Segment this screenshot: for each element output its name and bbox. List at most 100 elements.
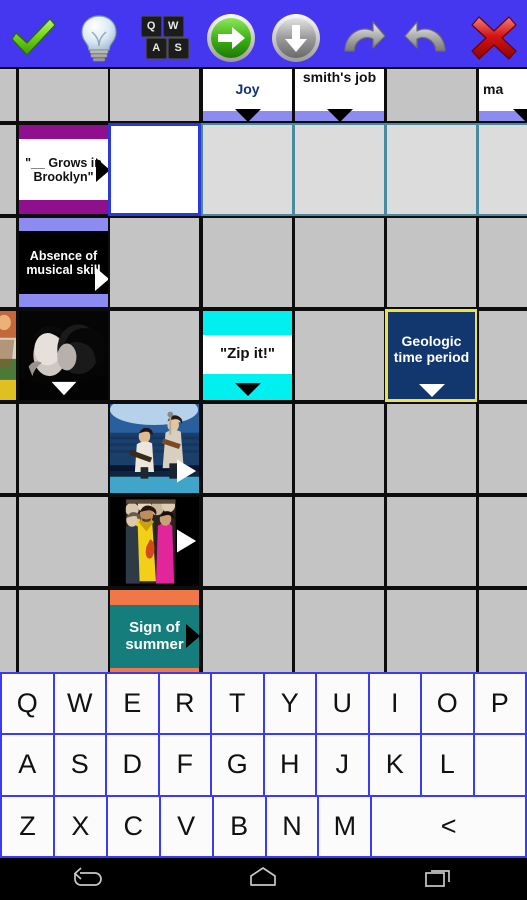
grid-cell-r5c3[interactable] <box>201 495 294 588</box>
grid-cell-r4c4[interactable] <box>293 402 386 495</box>
key-r[interactable]: R <box>159 674 210 734</box>
key-c[interactable]: C <box>107 796 159 856</box>
close-button[interactable] <box>465 9 523 67</box>
grid-picture-cell-r3c0[interactable] <box>0 309 18 402</box>
grid-cell-r1c5[interactable] <box>385 123 478 216</box>
key-v[interactable]: V <box>160 796 212 856</box>
grid-cell-r4c1[interactable] <box>17 402 110 495</box>
key-q[interactable]: Q <box>2 674 53 734</box>
key-f[interactable]: F <box>159 735 210 795</box>
grid-cell-r1c3[interactable] <box>201 123 294 216</box>
grid-cell-active-r1c2[interactable] <box>108 123 201 216</box>
on-screen-keyboard[interactable]: Q W E R T Y U I O P A S D F G H J K L Z … <box>0 672 527 858</box>
hint-button[interactable] <box>70 9 128 67</box>
clue-band-top <box>19 218 108 231</box>
key-w[interactable]: W <box>54 674 105 734</box>
grid-cell-r0c1[interactable] <box>17 67 110 123</box>
key-i[interactable]: I <box>369 674 420 734</box>
key-l[interactable]: L <box>422 735 473 795</box>
clue-band-top <box>19 125 108 139</box>
grid-cell-r6c4[interactable] <box>293 588 386 681</box>
grid-picture-cell-concert[interactable] <box>108 402 201 495</box>
key-o[interactable]: O <box>422 674 473 734</box>
grid-cell-r2c5[interactable] <box>385 216 478 309</box>
grid-cell-r1c6[interactable] <box>477 123 527 216</box>
down-button[interactable] <box>267 9 325 67</box>
keyboard-icon-key-q: Q <box>140 15 162 37</box>
key-m[interactable]: M <box>319 796 371 856</box>
grid-clue-joy[interactable]: Joy <box>201 67 294 123</box>
key-s[interactable]: S <box>54 735 105 795</box>
grid-picture-cell-couple-kissing[interactable] <box>17 309 110 402</box>
grid-cell-r2c0[interactable] <box>0 216 18 309</box>
key-y[interactable]: Y <box>264 674 315 734</box>
grid-cell-r0c5[interactable] <box>385 67 478 123</box>
grid-cell-r3c2[interactable] <box>108 309 201 402</box>
grid-clue-grows-in-brooklyn[interactable]: "__ Grows in Brooklyn" <box>17 123 110 216</box>
picture-clue-album-cover <box>110 497 199 586</box>
clue-text-grows-in-brooklyn: "__ Grows in Brooklyn" <box>25 155 102 184</box>
grid-cell-r4c0[interactable] <box>0 402 18 495</box>
grid-picture-cell-album-cover[interactable] <box>108 495 201 588</box>
grid-cell-r4c3[interactable] <box>201 402 294 495</box>
grid-cell-r5c5[interactable] <box>385 495 478 588</box>
key-d[interactable]: D <box>107 735 158 795</box>
grid-clue-zip-it[interactable]: "Zip it!" <box>201 309 294 402</box>
key-h[interactable]: H <box>264 735 315 795</box>
grid-cell-r5c6[interactable] <box>477 495 527 588</box>
redo-button[interactable] <box>333 9 391 67</box>
key-g[interactable]: G <box>212 735 263 795</box>
grid-cell-r2c3[interactable] <box>201 216 294 309</box>
grid-clue-ma-partial[interactable]: ma <box>477 67 527 123</box>
grid-cell-r4c6[interactable] <box>477 402 527 495</box>
grid-cell-r5c1[interactable] <box>17 495 110 588</box>
red-x-icon <box>468 13 520 63</box>
grid-cell-r6c0[interactable] <box>0 588 18 681</box>
grid-clue-smiths-job[interactable]: smith's job <box>293 67 386 123</box>
key-e[interactable]: E <box>107 674 158 734</box>
grid-cell-r0c2[interactable] <box>108 67 201 123</box>
keyboard-button[interactable]: Q W A S <box>136 9 194 67</box>
key-j[interactable]: J <box>317 735 368 795</box>
key-u[interactable]: U <box>317 674 368 734</box>
grid-cell-r4c5[interactable] <box>385 402 478 495</box>
key-p[interactable]: P <box>474 674 525 734</box>
key-t[interactable]: T <box>212 674 263 734</box>
crossword-grid[interactable]: Joy smith's job ma "__ Grows in Brooklyn… <box>0 67 527 681</box>
grid-cell-r6c6[interactable] <box>477 588 527 681</box>
next-button[interactable] <box>202 9 260 67</box>
key-blank-row2[interactable] <box>474 735 525 795</box>
key-a[interactable]: A <box>2 735 53 795</box>
key-k[interactable]: K <box>369 735 420 795</box>
grid-cell-r6c5[interactable] <box>385 588 478 681</box>
grid-cell-r0c0[interactable] <box>0 67 18 123</box>
grid-cell-r2c4[interactable] <box>293 216 386 309</box>
grid-cell-r5c0[interactable] <box>0 495 18 588</box>
grid-cell-r6c3[interactable] <box>201 588 294 681</box>
grid-clue-sign-of-summer[interactable]: Sign of summer <box>108 588 201 681</box>
arrow-down-icon <box>513 109 527 121</box>
check-button[interactable] <box>4 9 62 67</box>
keyboard-row-3: Z X C V B N M < <box>1 796 526 857</box>
nav-home-button[interactable] <box>233 858 293 900</box>
nav-back-button[interactable] <box>58 858 118 900</box>
grid-cell-r1c0[interactable] <box>0 123 18 216</box>
back-arrow-icon <box>71 865 105 894</box>
grid-cell-r3c4[interactable] <box>293 309 386 402</box>
grid-cell-r2c2[interactable] <box>108 216 201 309</box>
grid-cell-r5c4[interactable] <box>293 495 386 588</box>
recent-apps-icon <box>422 865 456 894</box>
nav-recents-button[interactable] <box>409 858 469 900</box>
grid-clue-geologic-time-period[interactable]: Geologic time period <box>385 309 478 402</box>
grid-cell-r3c6[interactable] <box>477 309 527 402</box>
key-backspace[interactable]: < <box>372 796 526 856</box>
key-x[interactable]: X <box>54 796 106 856</box>
key-z[interactable]: Z <box>2 796 53 856</box>
grid-cell-r1c4[interactable] <box>293 123 386 216</box>
grid-cell-r2c6[interactable] <box>477 216 527 309</box>
grid-clue-absence-of-musical-skill[interactable]: Absence of musical skill <box>17 216 110 309</box>
key-n[interactable]: N <box>266 796 318 856</box>
grid-cell-r6c1[interactable] <box>17 588 110 681</box>
key-b[interactable]: B <box>213 796 265 856</box>
undo-button[interactable] <box>399 9 457 67</box>
